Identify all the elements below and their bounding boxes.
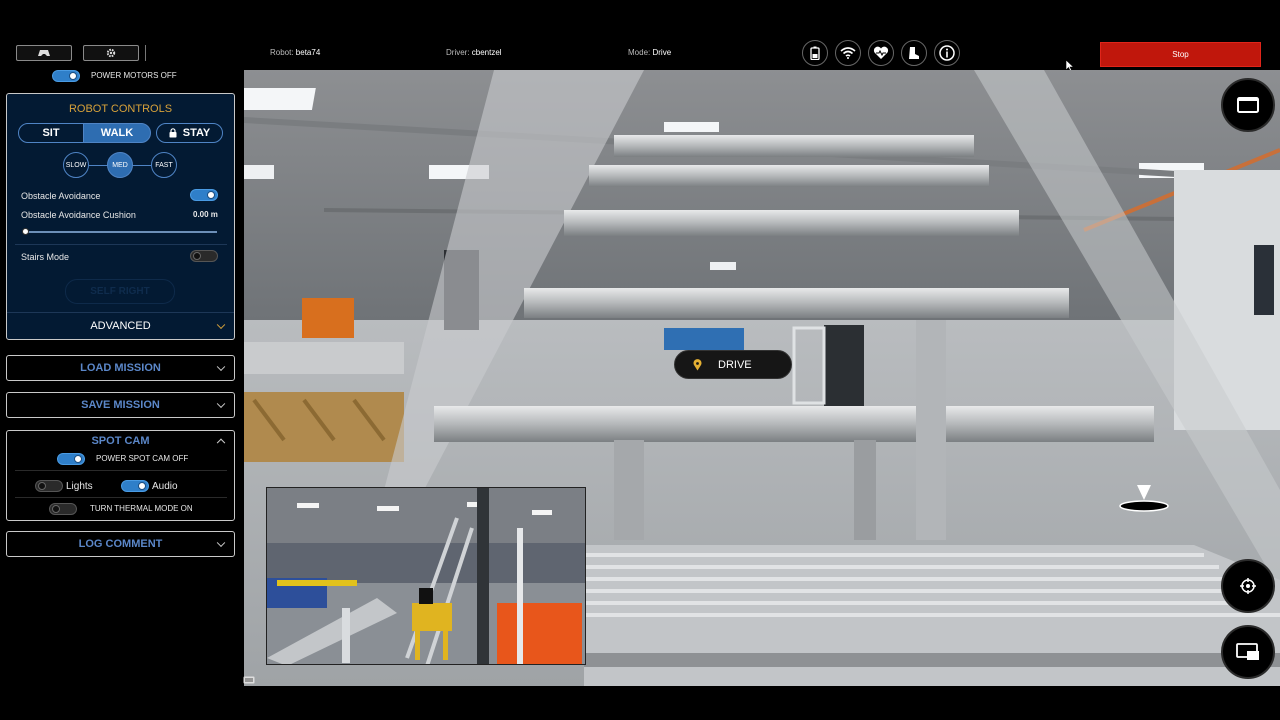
divider <box>15 244 227 245</box>
divider <box>15 470 227 471</box>
picture-in-picture-icon <box>1236 643 1259 660</box>
divider <box>15 497 227 498</box>
log-comment-title: LOG COMMENT <box>78 538 163 550</box>
stairs-mode-label: Stairs Mode <box>21 252 70 262</box>
lights-label: Lights <box>66 481 93 492</box>
audio-toggle[interactable] <box>121 480 149 492</box>
mode-readout: Mode: Drive <box>628 48 672 57</box>
screen-icon <box>1237 97 1259 113</box>
info-button[interactable] <box>934 40 960 66</box>
switch-view-button[interactable] <box>1221 625 1275 679</box>
obstacle-cushion-label: Obstacle Avoidance Cushion <box>21 210 136 220</box>
spot-cam-panel: SPOT CAM POWER SPOT CAM OFF Lights Audio… <box>6 430 235 521</box>
top-bar: Robot: beta74 Driver: cbentzel Mode: Dri… <box>0 0 1280 72</box>
wifi-icon <box>840 47 856 59</box>
gear-icon <box>106 48 116 58</box>
gamepad-icon <box>38 49 50 56</box>
pip-camera-scene <box>267 488 585 664</box>
wifi-status-button[interactable] <box>835 40 861 66</box>
drive-mode-indicator[interactable]: DRIVE <box>674 350 792 379</box>
load-mission-section[interactable]: LOAD MISSION <box>6 355 235 381</box>
lights-toggle[interactable] <box>35 480 63 492</box>
audio-label: Audio <box>152 481 178 492</box>
battery-icon <box>810 46 820 60</box>
health-heart-icon <box>873 46 889 59</box>
robot-controls-panel: ROBOT CONTROLS SIT WALK STAY SLOW MED FA… <box>6 93 235 340</box>
self-right-button[interactable]: SELF RIGHT <box>65 279 175 304</box>
obstacle-avoidance-toggle[interactable] <box>190 189 218 201</box>
save-mission-section[interactable]: SAVE MISSION <box>6 392 235 418</box>
cushion-slider-thumb[interactable] <box>22 228 29 235</box>
walk-button[interactable]: WALK <box>83 123 151 143</box>
log-comment-section[interactable]: LOG COMMENT <box>6 531 235 557</box>
load-mission-title: LOAD MISSION <box>80 362 161 374</box>
advanced-toggle[interactable]: ADVANCED <box>7 316 234 336</box>
driver-readout: Driver: cbentzel <box>446 48 502 57</box>
fullscreen-button[interactable] <box>1221 78 1275 132</box>
crosshair-icon <box>1240 578 1256 594</box>
battery-status-button[interactable] <box>802 40 828 66</box>
sidebar: POWER MOTORS OFF ROBOT CONTROLS SIT WALK… <box>0 70 244 720</box>
robot-name-readout: Robot: beta74 <box>270 48 321 57</box>
speed-slow-button[interactable]: SLOW <box>63 152 89 178</box>
drive-label: DRIVE <box>718 358 752 371</box>
spot-cam-title: SPOT CAM <box>91 435 150 447</box>
speed-fast-button[interactable]: FAST <box>151 152 177 178</box>
stop-button[interactable]: Stop <box>1100 42 1261 67</box>
gamepad-button[interactable] <box>16 45 72 61</box>
thermal-mode-label: TURN THERMAL MODE ON <box>90 504 193 513</box>
sit-button[interactable]: SIT <box>18 123 84 143</box>
stairs-mode-toggle[interactable] <box>190 250 218 262</box>
cushion-slider-track[interactable] <box>25 231 217 233</box>
obstacle-cushion-value: 0.00 m <box>193 210 218 219</box>
power-motors-label: POWER MOTORS OFF <box>91 71 177 80</box>
speed-med-button[interactable]: MED <box>107 152 133 178</box>
thermal-mode-toggle[interactable] <box>49 503 77 515</box>
chevron-down-icon <box>216 320 226 330</box>
lock-icon <box>169 128 177 138</box>
boot-status-button[interactable] <box>901 40 927 66</box>
settings-button[interactable] <box>83 45 139 61</box>
info-icon <box>939 45 955 61</box>
boot-icon <box>909 47 919 59</box>
spot-cam-power-label: POWER SPOT CAM OFF <box>96 454 189 463</box>
save-mission-title: SAVE MISSION <box>81 399 160 411</box>
toolbar-divider <box>145 45 146 61</box>
divider <box>7 312 234 313</box>
target-button[interactable] <box>1221 559 1275 613</box>
spot-cam-power-toggle[interactable] <box>57 453 85 465</box>
stay-button[interactable]: STAY <box>156 123 223 143</box>
robot-controls-title: ROBOT CONTROLS <box>68 103 173 115</box>
location-pin-icon <box>693 358 702 370</box>
health-status-button[interactable] <box>868 40 894 66</box>
spot-cam-pip-view[interactable] <box>266 487 586 665</box>
obstacle-avoidance-label: Obstacle Avoidance <box>21 191 101 201</box>
keyboard-icon[interactable] <box>243 676 255 684</box>
power-motors-toggle[interactable] <box>52 70 80 82</box>
